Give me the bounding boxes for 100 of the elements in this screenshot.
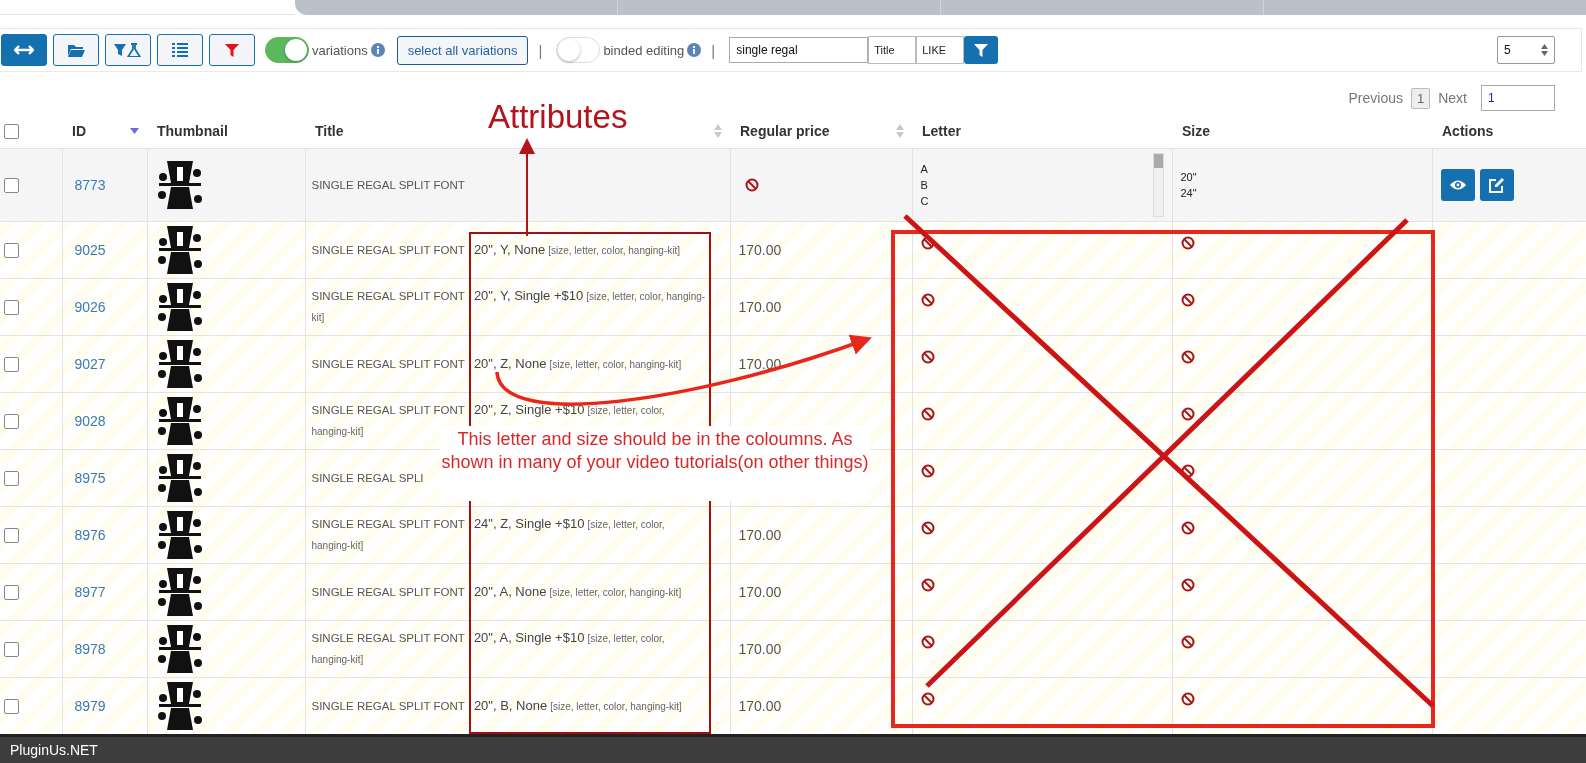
funnel-icon <box>974 43 989 57</box>
price-text: 170.00 <box>738 641 782 657</box>
folder-icon <box>67 43 85 57</box>
edit-icon <box>1488 177 1505 193</box>
prohibited-icon <box>920 521 935 535</box>
checkbox[interactable] <box>4 356 19 372</box>
toggle-label: binded editing <box>603 42 685 58</box>
prohibited-icon <box>1180 464 1195 478</box>
id-link[interactable]: 8977 <box>70 584 106 600</box>
id-link[interactable]: 9028 <box>70 413 106 429</box>
previous-link[interactable]: Previous <box>1348 90 1403 106</box>
prohibited-icon <box>920 236 935 250</box>
prohibited-icon <box>920 578 935 592</box>
view-button[interactable] <box>1440 169 1475 201</box>
column-header: Regular price <box>740 122 830 139</box>
scrollbar[interactable] <box>1152 153 1164 217</box>
funnel-icon <box>225 43 239 57</box>
title-text: SINGLE REGAL SPLIT FONT 20", A, None [size, letter, color, hanging-kit] <box>311 584 682 599</box>
checkbox[interactable] <box>4 123 19 139</box>
toggle-switch[interactable] <box>265 37 309 63</box>
toggle-label: variations <box>312 42 368 58</box>
prohibited-icon <box>920 350 935 364</box>
prohibited-icon <box>1180 407 1195 421</box>
price-text: 170.00 <box>738 698 782 714</box>
value-item: 24" <box>1180 187 1198 199</box>
prohibited-icon <box>920 692 935 706</box>
list-button[interactable] <box>157 34 203 66</box>
id-link[interactable]: 9027 <box>70 356 106 372</box>
spinner-icon <box>1541 44 1548 56</box>
select-field[interactable]: LIKE <box>916 36 965 64</box>
prohibited-icon <box>1180 293 1195 307</box>
column-header: Letter <box>922 122 961 139</box>
price-text: 170.00 <box>738 584 782 600</box>
checkbox[interactable] <box>4 527 19 543</box>
title-text: SINGLE REGAL SPLIT FONT 20", A, Single +$10 [size, letter, color, hanging-kit] <box>311 631 665 666</box>
column-header: Title <box>315 122 344 139</box>
id-link[interactable]: 8978 <box>70 641 106 657</box>
title-text: SINGLE REGAL SPLIT FONT 20", B, None [size, letter, color, hanging-kit] <box>311 698 682 713</box>
value-item: B <box>920 179 929 191</box>
price-text: 170.00 <box>738 527 782 543</box>
prohibited-icon <box>920 293 935 307</box>
prohibited-icon <box>920 464 935 478</box>
title-text: SINGLE REGAL SPLIT FONT 20", Y, None [size, letter, color, hanging-kit] <box>311 242 680 257</box>
checkbox[interactable] <box>4 299 19 315</box>
swap-icon <box>14 44 34 56</box>
id-link[interactable]: 9026 <box>70 299 106 315</box>
separator: | <box>711 41 716 59</box>
eye-icon <box>1448 179 1467 191</box>
id-link[interactable]: 8773 <box>70 177 106 193</box>
title-text: SINGLE REGAL SPLI <box>311 471 424 485</box>
sort-desc-icon[interactable] <box>130 127 139 134</box>
prohibited-icon <box>920 635 935 649</box>
swap-button[interactable] <box>1 34 47 66</box>
prohibited-icon <box>744 178 759 192</box>
prohibited-icon <box>1180 236 1195 250</box>
funnel-button[interactable] <box>209 34 255 66</box>
folder-button[interactable] <box>53 34 99 66</box>
id-link[interactable]: 8979 <box>70 698 106 714</box>
edit-button[interactable] <box>1479 169 1514 201</box>
select-all-button[interactable]: select all variations <box>396 35 529 65</box>
search-field[interactable]: single regal <box>729 37 869 63</box>
prohibited-icon <box>920 407 935 421</box>
title-text: SINGLE REGAL SPLIT FONT 20", Z, None [size, letter, color, hanging-kit] <box>311 356 682 371</box>
filter-button[interactable] <box>964 36 999 64</box>
filter-flask-button[interactable] <box>105 34 151 66</box>
prohibited-icon <box>1180 692 1195 706</box>
checkbox[interactable] <box>4 177 19 193</box>
checkbox[interactable] <box>4 698 19 714</box>
per-page-select[interactable]: 5 <box>1497 36 1555 64</box>
id-link[interactable]: 8976 <box>70 527 106 543</box>
next-link[interactable]: Next <box>1438 90 1467 106</box>
price-text: 170.00 <box>738 299 782 315</box>
list-icon <box>172 43 188 57</box>
id-link[interactable]: 9025 <box>70 242 106 258</box>
prohibited-icon <box>1180 521 1195 535</box>
footer-text: PluginUs.NET <box>10 742 98 758</box>
page-input[interactable]: 1 <box>1481 85 1555 111</box>
annotation-label: Attributes <box>488 98 628 136</box>
checkbox[interactable] <box>4 584 19 600</box>
title-text: SINGLE REGAL SPLIT FONT 20", Y, Single +$10 [size, letter, color, hanging-kit] <box>311 289 706 324</box>
price-text: 170.00 <box>738 242 782 258</box>
checkbox[interactable] <box>4 470 19 486</box>
info-icon <box>370 43 385 57</box>
prohibited-icon <box>1180 635 1195 649</box>
id-link[interactable]: 8975 <box>70 470 106 486</box>
page-button[interactable]: 1 <box>1410 87 1431 109</box>
prohibited-icon <box>1180 350 1195 364</box>
checkbox[interactable] <box>4 641 19 657</box>
separator: | <box>538 41 543 59</box>
prohibited-icon <box>1180 578 1195 592</box>
filter-flask-icon <box>114 43 142 57</box>
checkbox[interactable] <box>4 413 19 429</box>
column-header: Size <box>1182 122 1210 139</box>
title-text: SINGLE REGAL SPLIT FONT 24", Z, Single +$10 [size, letter, color, hanging-kit] <box>311 517 665 552</box>
select-field[interactable]: Title <box>868 36 917 64</box>
checkbox[interactable] <box>4 242 19 258</box>
title-text: SINGLE REGAL SPLIT FONT <box>311 178 465 192</box>
value-item: A <box>920 163 929 175</box>
info-icon <box>687 43 702 57</box>
column-header: ID <box>72 122 86 139</box>
